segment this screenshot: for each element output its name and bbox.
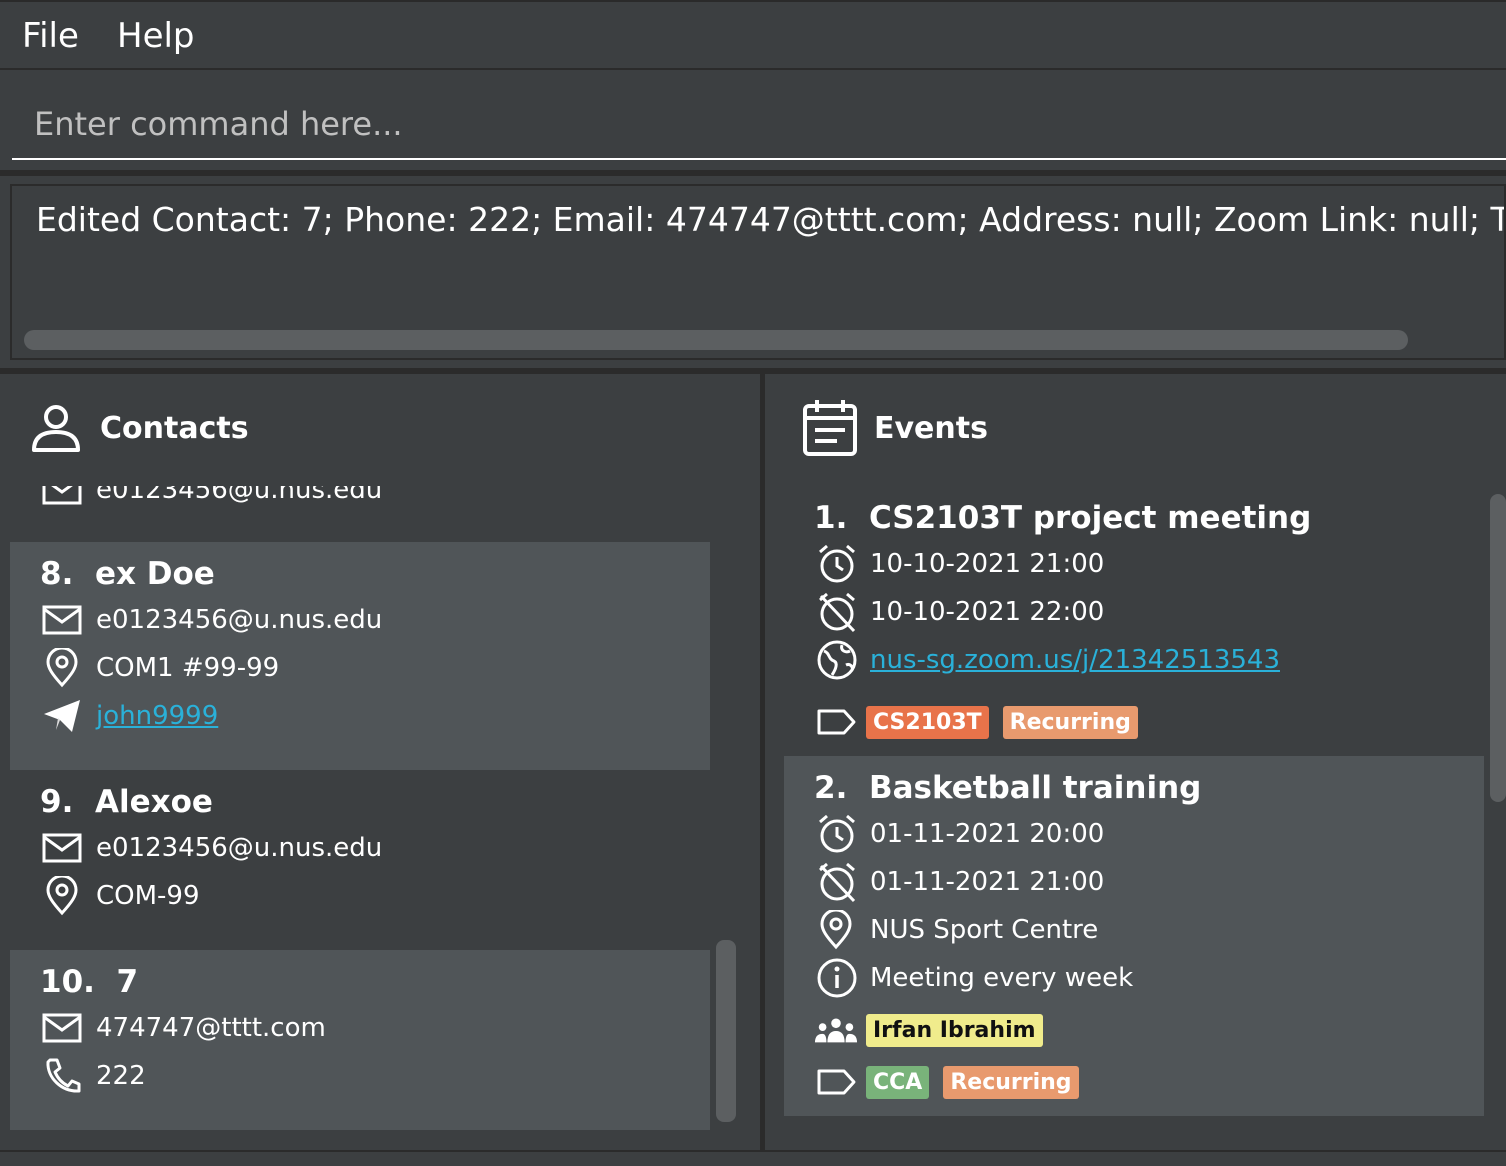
event-end: 01-11-2021 21:00: [870, 867, 1105, 897]
globe-icon: [816, 640, 860, 680]
horizontal-scrollbar[interactable]: [24, 330, 1408, 350]
tag-badge: CCA: [866, 1065, 930, 1099]
contact-name-text: Alexoe: [94, 784, 213, 820]
event-name: 2. Basketball training: [814, 770, 1201, 806]
contacts-header: Contacts: [30, 402, 249, 454]
events-header: Events: [802, 398, 988, 458]
location-pin-icon: [816, 910, 860, 950]
event-list: 1. CS2103T project meeting 10-10-2021 21…: [784, 486, 1484, 1116]
contact-name-text: ex Doe: [94, 556, 215, 592]
alarm-clock-icon: [816, 814, 860, 854]
event-address: NUS Sport Centre: [870, 915, 1099, 945]
event-participants-row: Irfan Ibrahim: [814, 1010, 1057, 1050]
contact-email-row: 474747@tttt.com: [42, 1008, 326, 1048]
contact-email: e0123456@u.nus.edu: [96, 833, 383, 863]
contacts-scrollbar[interactable]: [716, 940, 736, 1122]
contact-index: 9.: [40, 784, 74, 820]
menu-bar: File Help: [0, 0, 1506, 70]
event-index: 1.: [814, 500, 848, 536]
contact-name-text: 7: [116, 964, 139, 1000]
contact-card[interactable]: e0123456@u.nus.edu: [10, 486, 710, 542]
contact-address: COM-99: [96, 881, 200, 911]
location-pin-icon: [42, 648, 86, 688]
event-end: 10-10-2021 22:00: [870, 597, 1105, 627]
contact-card[interactable]: 8. ex Doe e0123456@u.nus.edu COM1 #99-99…: [10, 542, 710, 770]
tag-badge: Recurring: [1002, 705, 1138, 739]
event-name-text: Basketball training: [868, 770, 1202, 806]
people-group-icon: [814, 1010, 858, 1050]
event-zoom-link[interactable]: nus-sg.zoom.us/j/21342513543: [870, 645, 1280, 675]
panel-divider: [760, 374, 765, 1150]
result-display: Edited Contact: 7; Phone: 222; Email: 47…: [10, 184, 1506, 360]
participant-badge[interactable]: Irfan Ibrahim: [866, 1013, 1043, 1047]
contact-card[interactable]: 9. Alexoe e0123456@u.nus.edu COM-99: [10, 770, 710, 950]
tag-icon: [816, 1062, 860, 1102]
mail-icon: [42, 828, 86, 868]
event-description: Meeting every week: [870, 963, 1134, 993]
contact-index: 8.: [40, 556, 74, 592]
contact-phone-row: 222: [42, 1056, 146, 1096]
event-start-row: 10-10-2021 21:00: [816, 544, 1104, 584]
contact-name: 9. Alexoe: [40, 784, 213, 820]
event-address-row: NUS Sport Centre: [816, 910, 1098, 950]
events-scrollbar[interactable]: [1490, 494, 1506, 802]
phone-icon: [42, 1056, 86, 1096]
command-area: [0, 72, 1506, 170]
event-end-row: 01-11-2021 21:00: [816, 862, 1105, 903]
event-name-text: CS2103T project meeting: [868, 500, 1312, 536]
divider: [0, 368, 1506, 374]
divider: [0, 170, 1506, 176]
event-card[interactable]: 2. Basketball training 01-11-2021 20:00 …: [784, 756, 1484, 1116]
contact-email-row: e0123456@u.nus.edu: [42, 600, 382, 640]
tag-icon: [816, 702, 860, 742]
contact-email: 474747@tttt.com: [96, 1013, 326, 1043]
events-title: Events: [874, 410, 988, 446]
mail-icon: [42, 1008, 86, 1048]
telegram-icon: [42, 696, 86, 736]
contact-list: e0123456@u.nus.edu 8. ex Doe e0123456@u.…: [10, 486, 710, 1130]
event-name: 1. CS2103T project meeting: [814, 500, 1311, 536]
contact-address-row: COM-99: [42, 876, 200, 916]
event-description-row: Meeting every week: [816, 958, 1133, 998]
contact-email-row: e0123456@u.nus.edu: [42, 828, 382, 868]
event-start: 10-10-2021 21:00: [870, 549, 1105, 579]
alarm-off-icon: [816, 592, 860, 633]
info-icon: [816, 958, 860, 998]
event-card[interactable]: 1. CS2103T project meeting 10-10-2021 21…: [784, 486, 1484, 756]
menu-help[interactable]: Help: [117, 16, 195, 56]
contact-email-row: e0123456@u.nus.edu: [42, 486, 382, 510]
contact-email: e0123456@u.nus.edu: [96, 605, 383, 635]
contact-index: 10.: [40, 964, 95, 1000]
contact-email: e0123456@u.nus.edu: [96, 486, 383, 505]
contact-address: COM1 #99-99: [96, 653, 280, 683]
mail-icon: [42, 600, 86, 640]
contact-telegram-row: john9999: [42, 696, 218, 736]
calendar-icon: [802, 398, 858, 458]
alarm-off-icon: [816, 862, 860, 903]
event-start: 01-11-2021 20:00: [870, 819, 1105, 849]
event-zoom-row: nus-sg.zoom.us/j/21342513543: [816, 640, 1280, 680]
contact-name: 8. ex Doe: [40, 556, 215, 592]
contact-card[interactable]: 10. 7 474747@tttt.com 222: [10, 950, 710, 1130]
alarm-clock-icon: [816, 544, 860, 584]
contact-name: 10. 7: [40, 964, 138, 1000]
event-index: 2.: [814, 770, 848, 806]
contact-telegram-link[interactable]: john9999: [96, 701, 218, 731]
event-start-row: 01-11-2021 20:00: [816, 814, 1104, 854]
contact-phone: 222: [96, 1061, 146, 1091]
status-bar: [0, 1150, 1506, 1166]
tag-badge: CS2103T: [866, 705, 989, 739]
location-pin-icon: [42, 876, 86, 916]
contact-address-row: COM1 #99-99: [42, 648, 279, 688]
menu-file[interactable]: File: [22, 16, 79, 56]
command-input[interactable]: [12, 90, 1506, 160]
contacts-title: Contacts: [100, 410, 249, 446]
event-end-row: 10-10-2021 22:00: [816, 592, 1105, 633]
result-text: Edited Contact: 7; Phone: 222; Email: 47…: [36, 200, 1506, 239]
mail-icon: [42, 486, 86, 510]
person-icon: [30, 402, 82, 454]
tag-badge: Recurring: [943, 1065, 1079, 1099]
event-tags-row: CCA Recurring: [816, 1062, 1093, 1102]
event-tags-row: CS2103T Recurring: [816, 702, 1152, 742]
